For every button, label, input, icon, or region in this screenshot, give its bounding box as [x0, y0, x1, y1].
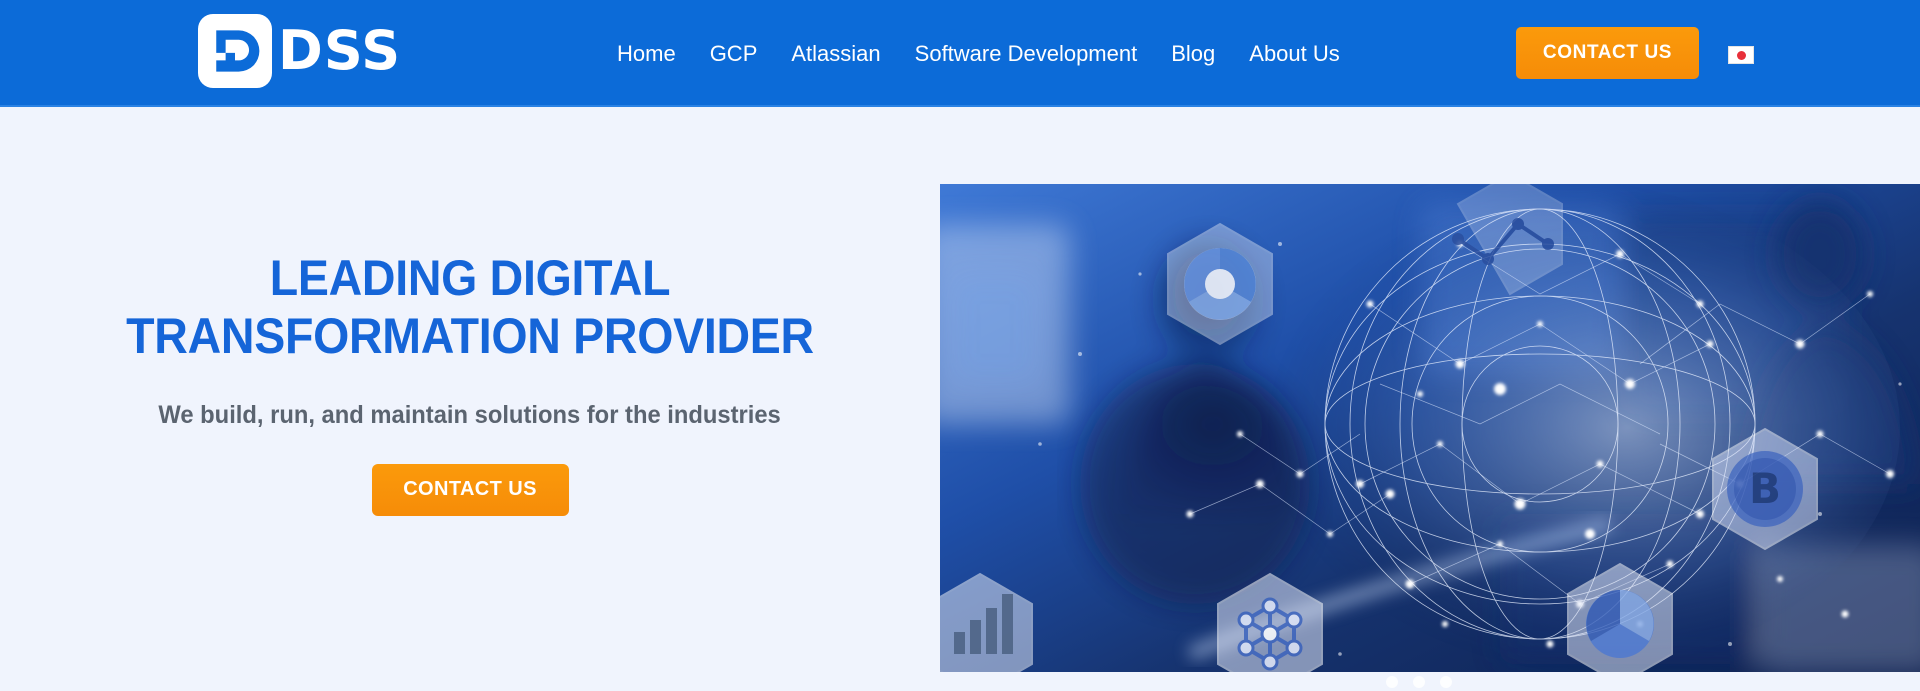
carousel-dot-3[interactable]	[1440, 676, 1452, 688]
hero-subtitle: We build, run, and maintain solutions fo…	[158, 400, 782, 429]
carousel-dot-1[interactable]	[1386, 676, 1398, 688]
dss-d-logo-icon	[198, 14, 272, 88]
hero-content: LEADING DIGITAL TRANSFORMATION PROVIDER …	[0, 107, 940, 691]
nav-item-atlassian[interactable]: Atlassian	[774, 0, 897, 107]
carousel-dot-2[interactable]	[1413, 676, 1425, 688]
japan-flag-circle	[1736, 50, 1746, 60]
hero-title: LEADING DIGITAL TRANSFORMATION PROVIDER	[126, 249, 814, 364]
japan-flag-icon[interactable]	[1728, 46, 1754, 64]
nav-item-blog[interactable]: Blog	[1154, 0, 1232, 107]
hero-banner-image: B	[940, 184, 1920, 672]
svg-text:B: B	[1749, 464, 1781, 513]
main-navigation: Home GCP Atlassian Software Development …	[600, 0, 1357, 107]
nav-item-about-us[interactable]: About Us	[1232, 0, 1357, 107]
hero-contact-us-button[interactable]: CONTACT US	[371, 463, 569, 516]
site-logo[interactable]: DSS	[198, 14, 401, 88]
nav-item-software-development[interactable]: Software Development	[898, 0, 1155, 107]
logo-wordmark: DSS	[278, 19, 402, 82]
carousel-dots	[1386, 676, 1452, 688]
nav-item-home[interactable]: Home	[600, 0, 693, 107]
site-header: DSS Home GCP Atlassian Software Developm…	[0, 0, 1920, 107]
header-contact-us-button[interactable]: CONTACT US	[1516, 27, 1699, 79]
nav-item-gcp[interactable]: GCP	[693, 0, 775, 107]
